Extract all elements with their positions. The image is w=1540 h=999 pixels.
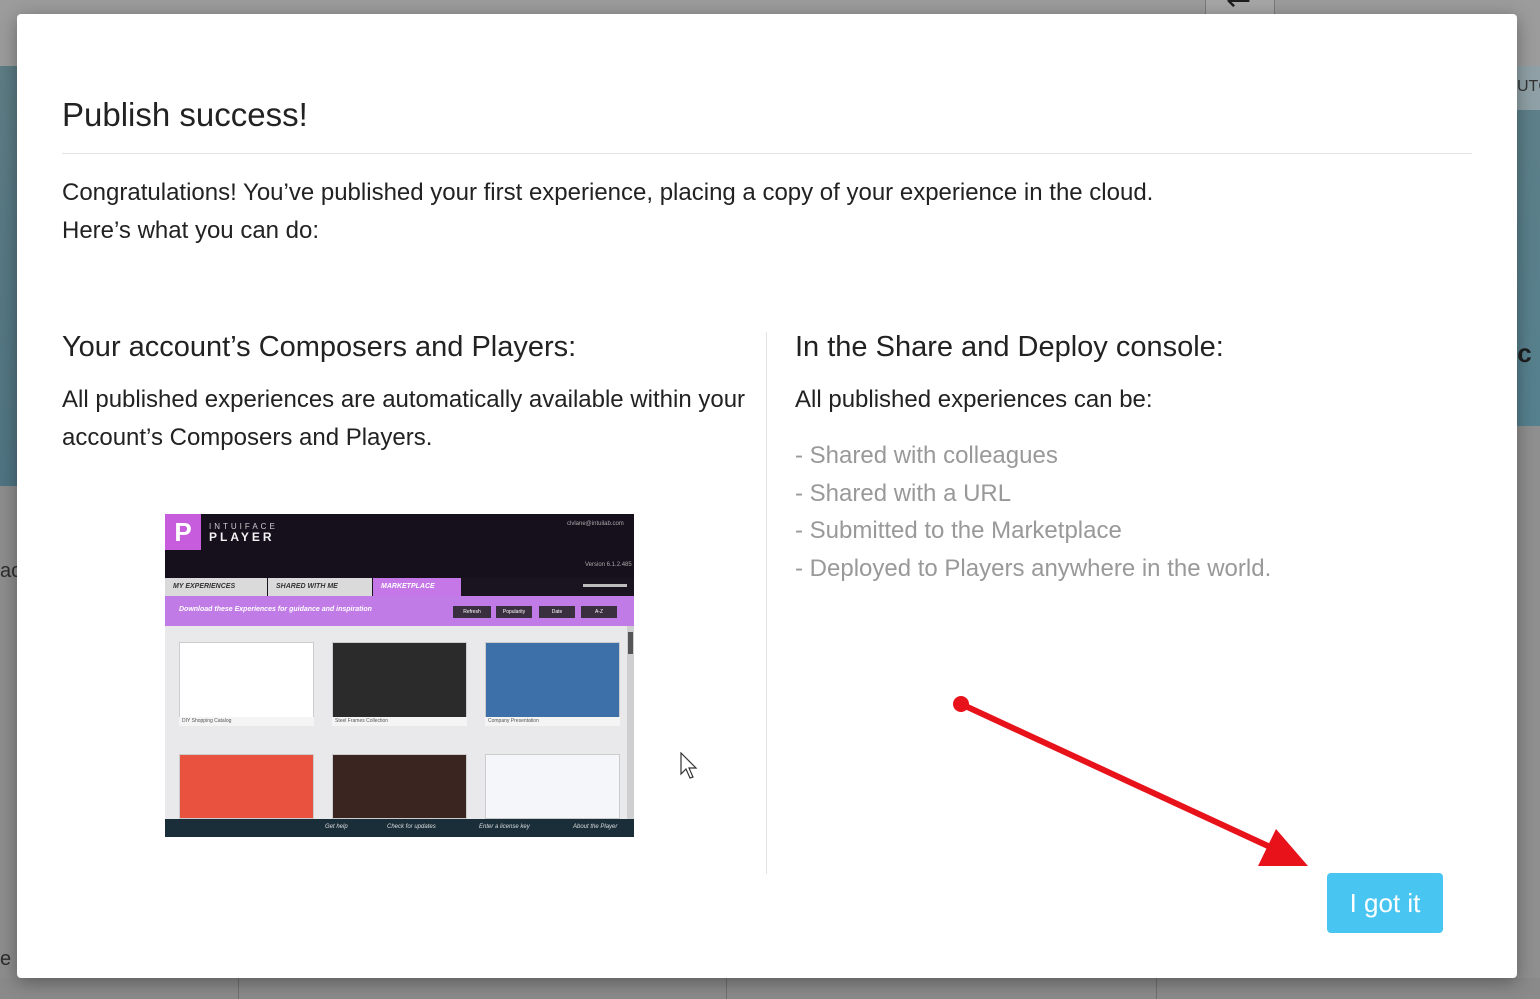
player-view-slider bbox=[583, 584, 627, 587]
intro-line-2: Here’s what you can do: bbox=[62, 217, 320, 244]
player-brand: PLAYER bbox=[209, 530, 275, 544]
share-options-list: - Shared with colleagues - Shared with a… bbox=[795, 437, 1485, 587]
mouse-cursor-icon bbox=[680, 752, 698, 779]
player-screenshot-image: P INTUIFACE PLAYER clvlane@intuilab.com … bbox=[165, 514, 634, 837]
background-cell-divider bbox=[726, 978, 727, 999]
experience-card-caption: Company Presentation bbox=[485, 717, 620, 726]
experience-card bbox=[179, 642, 314, 726]
player-filter-button: Date bbox=[539, 606, 575, 618]
experience-card bbox=[332, 642, 467, 726]
experience-card bbox=[332, 754, 467, 819]
player-filter-button: Popularity bbox=[496, 606, 532, 618]
share-deploy-section: In the Share and Deploy console: All pub… bbox=[795, 327, 1485, 587]
experience-card bbox=[485, 642, 620, 726]
composers-players-description: All published experiences are automatica… bbox=[62, 386, 746, 451]
background-cell-divider bbox=[1156, 978, 1157, 999]
share-deploy-description: All published experiences can be: bbox=[795, 386, 1153, 413]
experience-card bbox=[485, 754, 620, 819]
player-tab: MY EXPERIENCES bbox=[165, 578, 267, 596]
player-email: clvlane@intuilab.com bbox=[567, 521, 624, 527]
experience-card bbox=[179, 754, 314, 819]
composers-players-heading: Your account’s Composers and Players: bbox=[62, 331, 577, 363]
player-logo: P bbox=[165, 514, 201, 550]
player-filter-button: A-Z bbox=[581, 606, 617, 618]
publish-success-dialog: Publish success! Congratulations! You’ve… bbox=[17, 14, 1517, 978]
list-item: - Shared with colleagues bbox=[795, 442, 1058, 469]
dialog-title: Publish success! bbox=[62, 96, 308, 133]
list-item: - Shared with a URL bbox=[795, 479, 1012, 507]
share-deploy-heading: In the Share and Deploy console: bbox=[795, 331, 1224, 363]
title-divider bbox=[62, 153, 1472, 154]
column-divider bbox=[766, 332, 767, 874]
player-footer-item: Get help bbox=[325, 824, 348, 830]
intro-line-1: Congratulations! You’ve published your f… bbox=[62, 179, 1154, 206]
player-version: Version 6.1.2.485 bbox=[585, 562, 632, 568]
i-got-it-button[interactable]: I got it bbox=[1327, 873, 1443, 933]
player-footer-item: Check for updates bbox=[387, 824, 436, 830]
player-filter-button: Refresh bbox=[453, 606, 491, 618]
experience-card-caption: Steel Frames Collection bbox=[332, 717, 467, 726]
list-item: - Submitted to the Marketplace bbox=[795, 517, 1122, 544]
list-item: - Deployed to Players anywhere in the wo… bbox=[795, 554, 1272, 582]
background-right-panel bbox=[1517, 66, 1540, 426]
player-footer-item: Enter a license key bbox=[479, 824, 530, 830]
experience-card-caption: DIY Shopping Catalog bbox=[179, 717, 314, 726]
player-filter-text: Download these Experiences for guidance … bbox=[179, 606, 372, 613]
background-right-label: UTC bbox=[1517, 66, 1540, 110]
background-cell-divider bbox=[238, 978, 239, 999]
background-left-panel bbox=[0, 66, 18, 486]
player-tab: SHARED WITH ME bbox=[268, 578, 372, 596]
player-tab: MARKETPLACE bbox=[373, 578, 461, 596]
player-footer-item: About the Player bbox=[573, 824, 618, 830]
composers-players-section: Your account’s Composers and Players: Al… bbox=[62, 327, 752, 457]
intro-text: Congratulations! You’ve published your f… bbox=[62, 174, 1153, 250]
player-scrollbar bbox=[627, 626, 634, 819]
background-bottom-strip bbox=[0, 978, 1540, 999]
player-scrollbar-thumb bbox=[628, 632, 633, 654]
